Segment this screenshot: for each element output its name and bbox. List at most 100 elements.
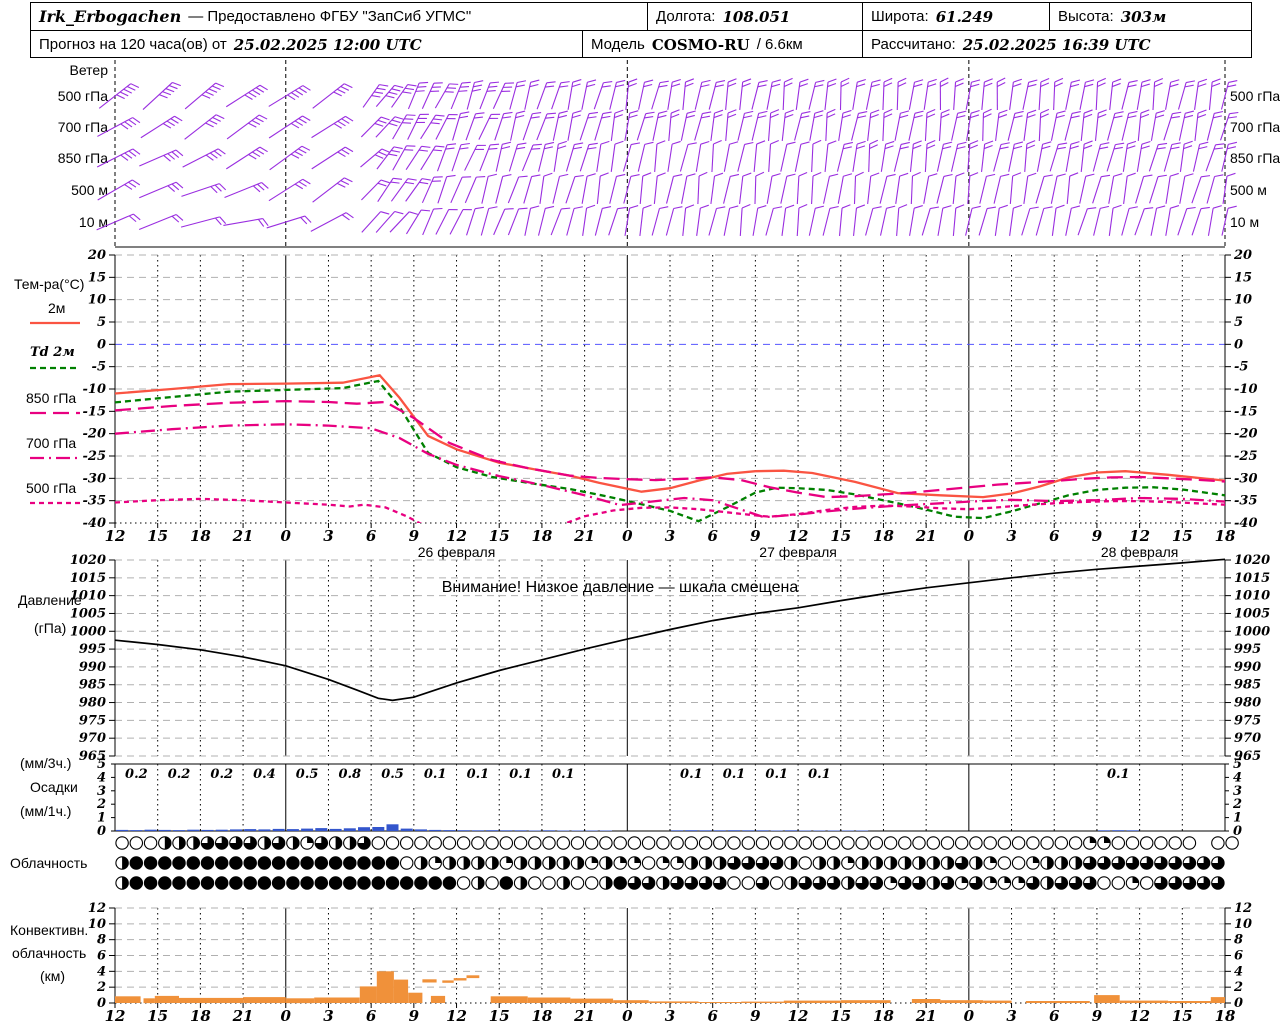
svg-text:18: 18	[873, 1007, 894, 1024]
svg-text:0.8: 0.8	[338, 767, 361, 782]
temperature-series	[115, 373, 1225, 523]
svg-text:26 февраля: 26 февраля	[418, 544, 496, 560]
svg-text:9: 9	[409, 1007, 420, 1024]
svg-text:12: 12	[446, 1007, 467, 1024]
svg-text:21: 21	[232, 527, 254, 545]
svg-text:0.5: 0.5	[296, 767, 319, 782]
svg-text:-40: -40	[83, 516, 107, 531]
svg-text:0: 0	[964, 1007, 975, 1024]
svg-text:2: 2	[96, 980, 106, 995]
svg-text:975: 975	[1234, 713, 1261, 728]
svg-text:0.2: 0.2	[125, 767, 148, 782]
svg-text:0.1: 0.1	[1107, 767, 1130, 782]
svg-text:6: 6	[1234, 949, 1243, 964]
svg-text:0.1: 0.1	[424, 767, 447, 782]
svg-text:12: 12	[788, 1007, 809, 1024]
svg-text:20: 20	[1233, 248, 1252, 263]
svg-text:28 февраля: 28 февраля	[1101, 544, 1179, 560]
svg-text:3: 3	[323, 527, 333, 545]
svg-text:9: 9	[1092, 527, 1103, 545]
svg-text:1020: 1020	[70, 553, 106, 568]
svg-text:21: 21	[573, 1007, 595, 1024]
svg-text:18: 18	[1215, 527, 1236, 545]
svg-text:15: 15	[489, 1007, 510, 1024]
svg-text:-40: -40	[1234, 516, 1258, 531]
svg-text:0: 0	[281, 1007, 292, 1024]
svg-text:8: 8	[97, 933, 106, 948]
svg-text:2: 2	[1233, 980, 1243, 995]
svg-text:15: 15	[1172, 527, 1193, 545]
svg-text:6: 6	[1049, 1007, 1060, 1024]
svg-text:18: 18	[873, 527, 894, 545]
svg-text:0.1: 0.1	[467, 767, 490, 782]
svg-text:15: 15	[830, 1007, 851, 1024]
cloudiness-rows	[115, 836, 1239, 890]
svg-text:985: 985	[79, 678, 106, 693]
svg-text:3: 3	[665, 527, 675, 545]
svg-text:0.4: 0.4	[253, 767, 276, 782]
svg-text:-25: -25	[1234, 449, 1258, 464]
svg-text:6: 6	[1049, 527, 1060, 545]
svg-text:0: 0	[97, 824, 106, 839]
svg-text:0.1: 0.1	[509, 767, 532, 782]
svg-text:Внимание! Низкое давление — шк: Внимание! Низкое давление — шкала смещен…	[442, 579, 799, 596]
svg-text:10: 10	[1234, 293, 1252, 308]
svg-text:0.2: 0.2	[168, 767, 191, 782]
svg-text:6: 6	[366, 527, 377, 545]
svg-text:10: 10	[1234, 917, 1252, 932]
wind-barbs	[96, 77, 1239, 237]
svg-text:0.1: 0.1	[765, 767, 788, 782]
svg-text:9: 9	[750, 527, 761, 545]
svg-text:21: 21	[915, 1007, 937, 1024]
svg-text:-5: -5	[1234, 360, 1248, 375]
svg-text:0: 0	[1234, 337, 1243, 352]
svg-text:970: 970	[79, 731, 106, 746]
svg-text:12: 12	[788, 527, 809, 545]
svg-text:1010: 1010	[70, 589, 106, 604]
svg-text:9: 9	[409, 527, 420, 545]
svg-text:990: 990	[79, 660, 106, 675]
svg-text:18: 18	[531, 1007, 552, 1024]
svg-text:0.5: 0.5	[381, 767, 404, 782]
svg-text:9: 9	[1092, 1007, 1103, 1024]
svg-text:15: 15	[147, 1007, 168, 1024]
svg-text:-25: -25	[83, 449, 107, 464]
svg-text:0.1: 0.1	[723, 767, 746, 782]
svg-text:-15: -15	[1234, 404, 1258, 419]
svg-text:-30: -30	[1234, 471, 1258, 486]
svg-text:21: 21	[573, 527, 595, 545]
svg-text:-15: -15	[83, 404, 107, 419]
svg-text:6: 6	[707, 1007, 718, 1024]
svg-text:-20: -20	[1234, 427, 1258, 442]
svg-text:0.2: 0.2	[210, 767, 233, 782]
svg-text:12: 12	[1129, 1007, 1150, 1024]
svg-text:12: 12	[105, 1007, 126, 1024]
svg-text:10: 10	[88, 293, 106, 308]
svg-text:3: 3	[1006, 527, 1016, 545]
svg-text:5: 5	[97, 315, 106, 330]
svg-text:18: 18	[1215, 1007, 1236, 1024]
svg-text:18: 18	[531, 527, 552, 545]
svg-text:0.1: 0.1	[680, 767, 703, 782]
svg-text:15: 15	[830, 527, 851, 545]
svg-text:0: 0	[622, 1007, 633, 1024]
svg-text:1005: 1005	[70, 606, 106, 621]
svg-text:10: 10	[88, 917, 106, 932]
svg-text:995: 995	[1234, 642, 1261, 657]
svg-text:980: 980	[79, 696, 106, 711]
svg-text:27 февраля: 27 февраля	[759, 544, 837, 560]
svg-text:3: 3	[665, 1007, 675, 1024]
svg-text:-20: -20	[83, 427, 107, 442]
svg-text:0.1: 0.1	[808, 767, 831, 782]
svg-text:6: 6	[707, 527, 718, 545]
svg-text:12: 12	[88, 901, 106, 916]
svg-text:-10: -10	[83, 382, 107, 397]
svg-text:-10: -10	[1234, 382, 1258, 397]
svg-text:4: 4	[97, 964, 106, 979]
svg-text:1015: 1015	[1234, 571, 1270, 586]
svg-text:985: 985	[1234, 678, 1261, 693]
svg-text:975: 975	[79, 713, 106, 728]
svg-text:21: 21	[232, 1007, 254, 1024]
svg-text:980: 980	[1234, 696, 1261, 711]
svg-text:18: 18	[190, 527, 211, 545]
